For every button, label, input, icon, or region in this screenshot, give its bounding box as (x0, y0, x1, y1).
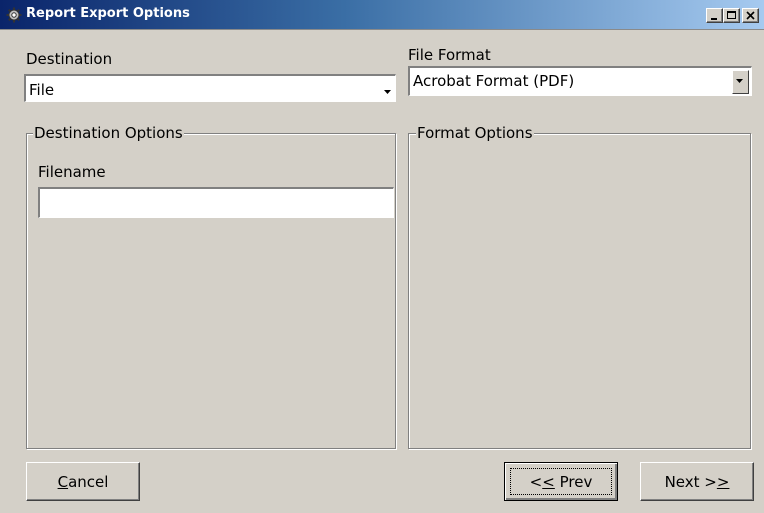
destination-options-legend: Destination Options (33, 124, 184, 142)
close-icon (746, 11, 755, 20)
cancel-button[interactable]: Cancel (26, 462, 140, 501)
destination-label: Destination (26, 50, 113, 68)
file-format-dropdown[interactable]: Acrobat Format (PDF) (408, 66, 752, 96)
title-bar[interactable]: Report Export Options (0, 0, 764, 30)
maximize-icon (727, 11, 736, 19)
destination-dropdown-button[interactable] (383, 77, 396, 101)
focus-ring (510, 468, 612, 495)
format-options-group: Format Options (408, 124, 751, 449)
file-format-value: Acrobat Format (PDF) (413, 72, 575, 90)
filename-label: Filename (38, 163, 106, 181)
chevron-down-icon (736, 79, 743, 83)
filename-input[interactable] (38, 187, 394, 218)
cancel-button-label: Cancel (57, 472, 109, 491)
minimize-icon (711, 18, 717, 20)
prev-button[interactable]: << Prev (504, 462, 618, 501)
destination-dropdown[interactable]: File (24, 74, 396, 102)
minimize-button[interactable] (706, 8, 723, 23)
window-title: Report Export Options (26, 6, 190, 21)
gear-icon (6, 7, 22, 23)
file-format-dropdown-button[interactable] (732, 70, 749, 94)
chevron-down-icon (384, 90, 391, 94)
format-options-legend: Format Options (416, 124, 534, 142)
next-button[interactable]: Next >> (640, 462, 754, 501)
close-button[interactable] (742, 8, 759, 23)
destination-options-group: Destination Options Filename (26, 124, 396, 449)
file-format-label: File Format (408, 46, 491, 64)
next-button-label: Next >> (664, 472, 730, 491)
destination-value: File (29, 81, 55, 99)
maximize-button[interactable] (723, 8, 740, 23)
